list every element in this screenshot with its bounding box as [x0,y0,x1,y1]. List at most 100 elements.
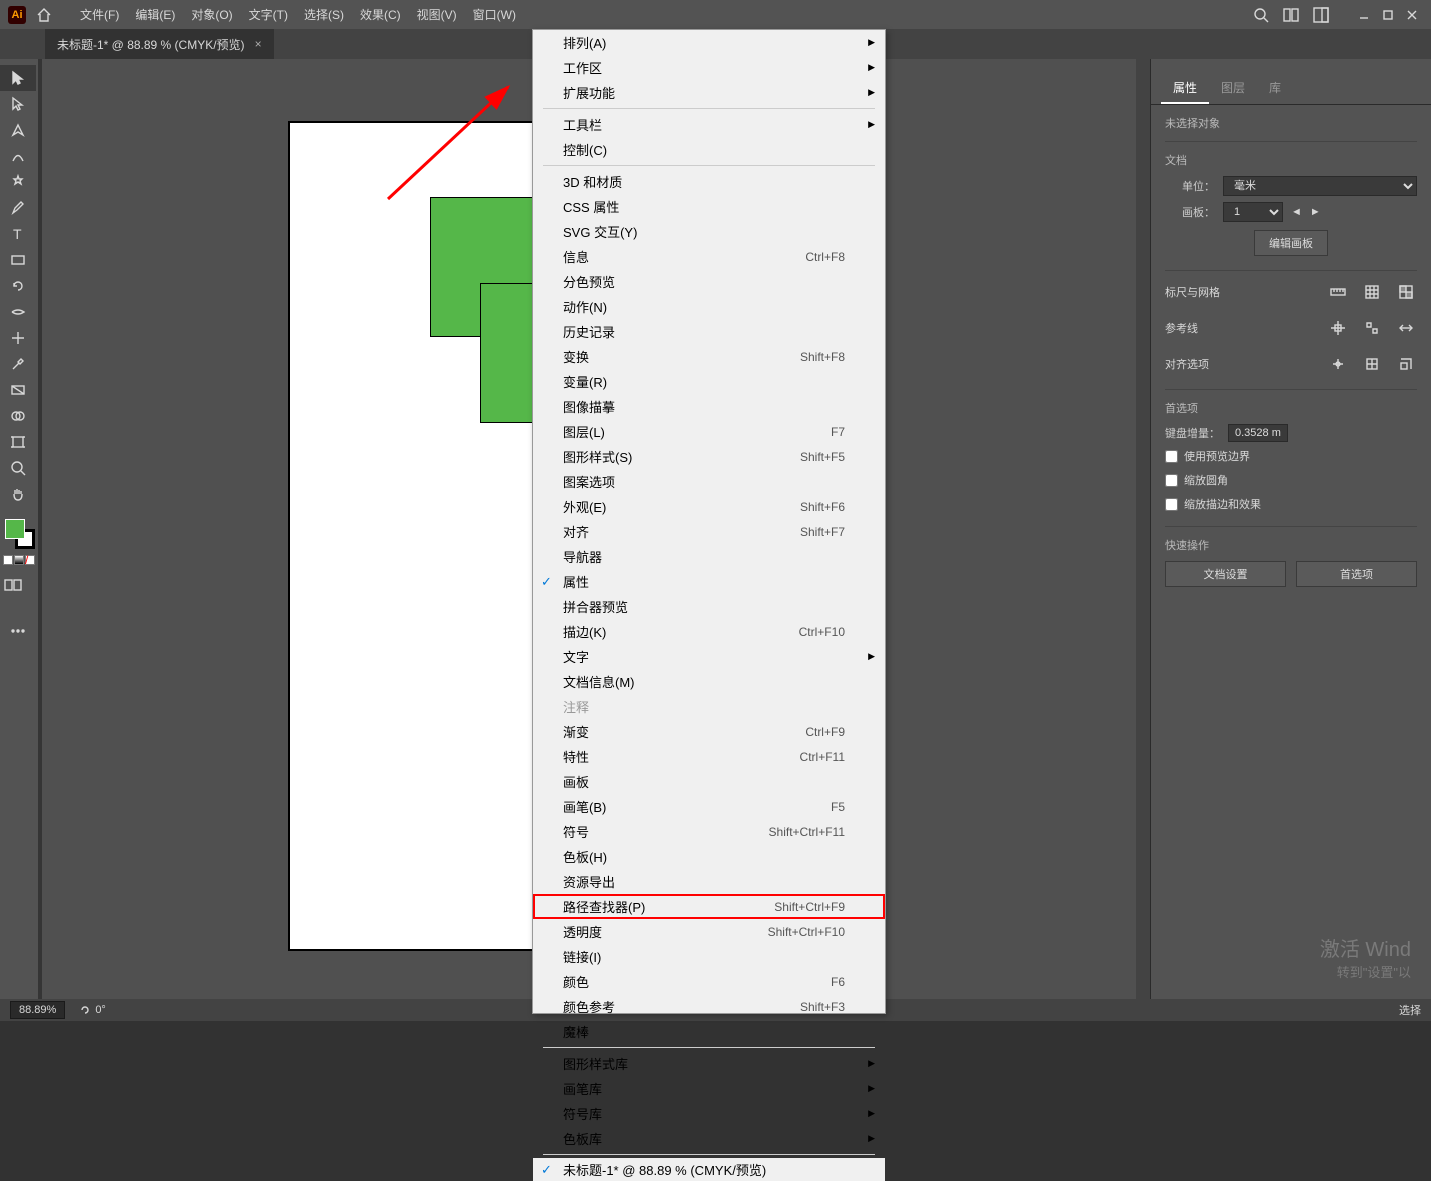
keyboard-increment-input[interactable] [1228,424,1288,442]
menu-item-[interactable]: 对齐Shift+F7 [533,519,885,544]
tab-layers[interactable]: 图层 [1209,73,1257,104]
menu-item-i[interactable]: 链接(I) [533,944,885,969]
menu-item-[interactable]: 工作区▶ [533,55,885,80]
type-tool[interactable]: T [0,221,36,247]
eyedropper-tool[interactable] [0,351,36,377]
grid-icon[interactable] [1361,281,1383,303]
gradient-tool[interactable] [0,377,36,403]
tab-libraries[interactable]: 库 [1257,73,1293,104]
guides-toggle-icon[interactable] [1327,317,1349,339]
transparency-grid-icon[interactable] [1395,281,1417,303]
artboard-select[interactable]: 1 [1223,202,1283,222]
arrange-docs-icon[interactable] [1283,7,1299,23]
paintbrush-tool[interactable] [0,195,36,221]
preview-bounds-checkbox[interactable] [1165,450,1178,463]
tab-properties[interactable]: 属性 [1161,73,1209,104]
scale-strokes-checkbox[interactable] [1165,498,1178,511]
menu-item-p[interactable]: 路径查找器(P)Shift+Ctrl+F9 [533,894,885,919]
menu-item-[interactable]: 信息Ctrl+F8 [533,244,885,269]
menu-item-[interactable]: 图像描摹 [533,394,885,419]
snap-to-pixel-icon[interactable] [1395,353,1417,375]
pen-tool[interactable] [0,117,36,143]
menu-item-n[interactable]: 动作(N) [533,294,885,319]
menu-item-[interactable]: 资源导出 [533,869,885,894]
magic-wand-tool[interactable] [0,169,36,195]
scale-corners-checkbox[interactable] [1165,474,1178,487]
menu-item-m[interactable]: 文档信息(M) [533,669,885,694]
document-setup-button[interactable]: 文档设置 [1165,561,1286,587]
menu-item-l[interactable]: 图层(L)F7 [533,419,885,444]
color-mode-solid[interactable] [3,555,13,565]
artboard-next-icon[interactable]: ► [1310,206,1321,218]
maximize-button[interactable] [1377,6,1399,24]
menu-item-e[interactable]: 外观(E)Shift+F6 [533,494,885,519]
width-tool[interactable] [0,299,36,325]
direct-selection-tool[interactable] [0,91,36,117]
fill-color[interactable] [5,519,25,539]
menu-item-[interactable]: 画笔库▶ [533,1076,885,1101]
document-tab[interactable]: 未标题-1* @ 88.89 % (CMYK/预览) × [45,29,274,60]
free-transform-tool[interactable] [0,325,36,351]
menu-item-[interactable]: 透明度Shift+Ctrl+F10 [533,919,885,944]
tab-close-icon[interactable]: × [255,37,262,51]
menu-item-r[interactable]: 变量(R) [533,369,885,394]
home-icon[interactable] [36,7,52,23]
menu-item-s[interactable]: 图形样式(S)Shift+F5 [533,444,885,469]
menu-item-3d[interactable]: 3D 和材质 [533,169,885,194]
rectangle-tool[interactable] [0,247,36,273]
snap-to-point-icon[interactable] [1327,353,1349,375]
menu-item-[interactable]: 历史记录 [533,319,885,344]
workspace-icon[interactable] [1313,7,1329,23]
menu-item-[interactable]: 符号Shift+Ctrl+F11 [533,819,885,844]
fill-stroke-swatch[interactable]: / [0,519,38,565]
ruler-icon[interactable] [1327,281,1349,303]
menu-item-k[interactable]: 描边(K)Ctrl+F10 [533,619,885,644]
edit-toolbar-button[interactable] [0,618,36,644]
menu-edit[interactable]: 编辑(E) [127,0,183,30]
menu-window[interactable]: 窗口(W) [465,0,524,30]
menu-item-[interactable]: 拼合器预览 [533,594,885,619]
menu-item-[interactable]: 文字▶ [533,644,885,669]
curvature-tool[interactable] [0,143,36,169]
color-mode-none[interactable]: / [25,555,35,565]
close-button[interactable] [1401,6,1423,24]
panel-drag-handle[interactable] [1151,59,1431,73]
menu-item-[interactable]: 颜色参考Shift+F3 [533,994,885,1019]
menu-item-[interactable]: 变换Shift+F8 [533,344,885,369]
menu-item-a[interactable]: 排列(A)▶ [533,30,885,55]
unit-select[interactable]: 毫米 [1223,176,1417,196]
menu-item-[interactable]: 工具栏▶ [533,112,885,137]
edit-artboard-button[interactable]: 编辑画板 [1254,230,1328,256]
artboard-prev-icon[interactable]: ◄ [1291,206,1302,218]
menu-select[interactable]: 选择(S) [296,0,352,30]
menu-object[interactable]: 对象(O) [183,0,240,30]
menu-item-c[interactable]: 控制(C) [533,137,885,162]
menu-item-[interactable]: 颜色F6 [533,969,885,994]
menu-type[interactable]: 文字(T) [241,0,296,30]
menu-item-[interactable]: 图形样式库▶ [533,1051,885,1076]
hand-tool[interactable] [0,481,36,507]
menu-item-[interactable]: 色板库▶ [533,1126,885,1151]
menu-item-[interactable]: 扩展功能▶ [533,80,885,105]
menu-item-b[interactable]: 画笔(B)F5 [533,794,885,819]
menu-item-[interactable]: 魔棒 [533,1019,885,1044]
menu-item-[interactable]: 属性 [533,569,885,594]
guides-lock-icon[interactable] [1395,317,1417,339]
shape-builder-tool[interactable] [0,403,36,429]
color-mode-gradient[interactable] [14,555,24,565]
menu-view[interactable]: 视图(V) [409,0,465,30]
menu-effect[interactable]: 效果(C) [352,0,409,30]
menu-item-[interactable]: 画板 [533,769,885,794]
panel-collapse-strip[interactable] [1136,59,1151,999]
search-icon[interactable] [1253,7,1269,23]
menu-item-svgy[interactable]: SVG 交互(Y) [533,219,885,244]
menu-open-document[interactable]: 未标题-1* @ 88.89 % (CMYK/预览) [533,1158,885,1181]
menu-file[interactable]: 文件(F) [72,0,127,30]
minimize-button[interactable] [1353,6,1375,24]
zoom-tool[interactable] [0,455,36,481]
menu-item-[interactable]: 符号库▶ [533,1101,885,1126]
menu-item-[interactable]: 特性Ctrl+F11 [533,744,885,769]
snap-to-grid-icon[interactable] [1361,353,1383,375]
menu-item-[interactable]: 导航器 [533,544,885,569]
artboard-tool[interactable] [0,429,36,455]
